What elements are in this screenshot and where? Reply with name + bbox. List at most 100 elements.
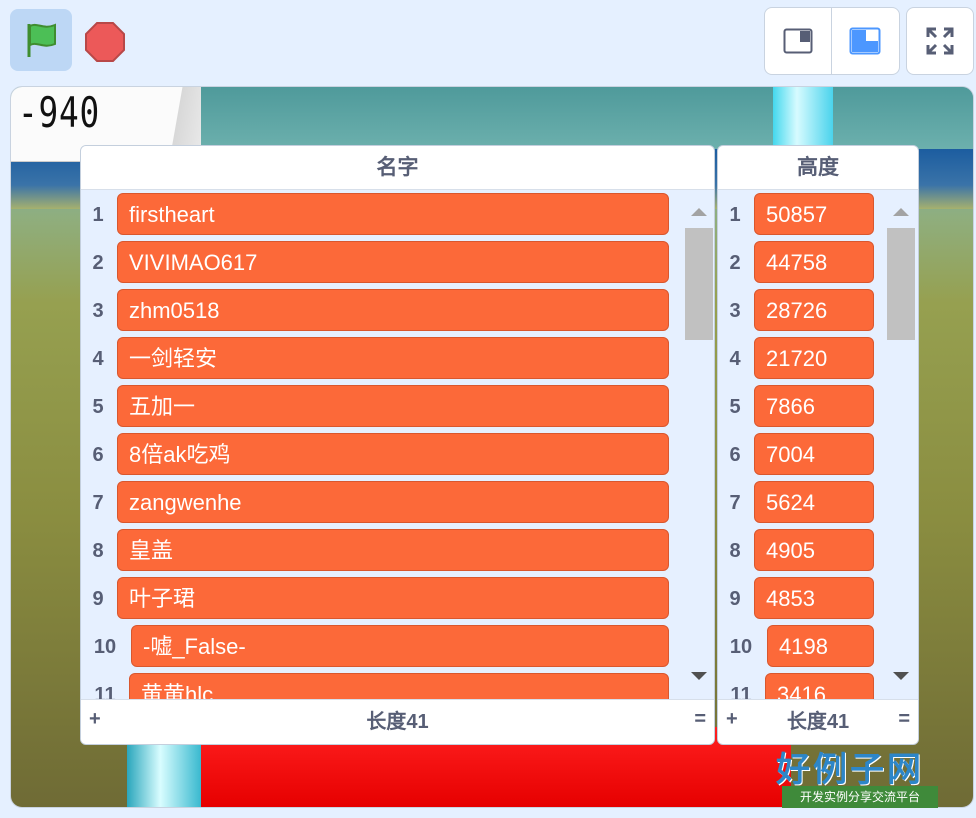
list-footer: + 长度41 = [81,699,714,744]
large-stage-button[interactable] [831,8,898,74]
list-item-value[interactable]: zangwenhe [117,481,669,523]
list-item: 7 5624 [718,481,884,525]
list-item-value[interactable]: 4853 [754,577,874,619]
list-item: 1 firstheart [81,193,681,237]
list-item: 4 21720 [718,337,884,381]
row-index: 9 [92,588,104,610]
list-item-value[interactable]: 28726 [754,289,874,331]
row-index: 6 [92,444,104,466]
list-item: 3 zhm0518 [81,289,681,333]
scroll-thumb[interactable] [685,228,713,340]
row-index: 1 [729,204,741,226]
list-title: 名字 [81,146,714,190]
scroll-down-arrow[interactable] [691,672,707,680]
list-item-value[interactable]: 50857 [754,193,874,235]
row-index: 10 [729,636,753,658]
names-list-monitor[interactable]: 名字 1 firstheart 2 VIVIMAO617 3 zhm0518 4 一剑轻… [80,145,715,745]
row-index: 8 [92,540,104,562]
list-item: 5 五加一 [81,385,681,429]
scroll-up-arrow[interactable] [691,208,707,216]
row-index: 11 [730,684,752,700]
row-index: 1 [92,204,104,226]
list-title: 高度 [718,146,918,190]
row-index: 11 [94,684,116,700]
watermark-subtitle: 开发实例分享交流平台 [782,786,938,808]
stage-sprite-pipe [773,87,833,149]
row-index: 4 [729,348,741,370]
stage-size-toggle [764,7,900,75]
list-item: 1 50857 [718,193,884,237]
heights-list-rows[interactable]: 1 50857 2 44758 3 28726 4 21720 5 7866 6 7004 … [718,190,884,700]
list-item-value[interactable]: 4905 [754,529,874,571]
watermark-title: 好例子网 [776,750,924,790]
list-item-value[interactable]: -嘘_False- [131,625,669,667]
row-index: 10 [93,636,117,658]
list-item-value[interactable]: 黄黄hlc [129,673,669,700]
green-flag-icon [27,23,56,57]
list-item: 5 7866 [718,385,884,429]
heights-list-scrollbar[interactable] [885,194,915,700]
list-item: 11 3416 [718,673,884,700]
list-item-value[interactable]: VIVIMAO617 [117,241,669,283]
stage-header [0,0,976,84]
stop-button[interactable] [82,19,128,65]
list-item: 10 4198 [718,625,884,669]
row-index: 5 [92,396,104,418]
list-item-value[interactable]: 叶子珺 [117,577,669,619]
list-item-value[interactable]: 皇盖 [117,529,669,571]
stop-sign-icon [85,22,125,62]
small-stage-button[interactable] [765,8,831,74]
list-item: 10 -嘘_False- [81,625,681,669]
list-item-value[interactable]: zhm0518 [117,289,669,331]
row-index: 8 [729,540,741,562]
heights-list-monitor[interactable]: 高度 1 50857 2 44758 3 28726 4 21720 5 7866 6 70… [717,145,919,745]
list-item-value[interactable]: 4198 [767,625,874,667]
row-index: 2 [729,252,741,274]
row-index: 7 [729,492,741,514]
list-length: 长度41 [366,711,429,733]
fullscreen-button[interactable] [906,7,974,75]
scroll-up-arrow[interactable] [893,208,909,216]
list-item: 2 44758 [718,241,884,285]
row-index: 3 [92,300,104,322]
list-item: 6 8倍ak吃鸡 [81,433,681,477]
list-item: 2 VIVIMAO617 [81,241,681,285]
list-item: 7 zangwenhe [81,481,681,525]
names-list-rows[interactable]: 1 firstheart 2 VIVIMAO617 3 zhm0518 4 一剑轻安 5… [81,190,681,700]
list-item-value[interactable]: 一剑轻安 [117,337,669,379]
list-item-value[interactable]: firstheart [117,193,669,235]
list-item: 11 黄黄hlc [81,673,681,700]
row-index: 6 [729,444,741,466]
large-stage-icon [849,27,881,55]
list-item: 9 4853 [718,577,884,621]
scroll-down-arrow[interactable] [893,672,909,680]
list-length: 长度41 [786,711,850,733]
list-item: 8 皇盖 [81,529,681,573]
list-item: 4 一剑轻安 [81,337,681,381]
row-index: 3 [729,300,741,322]
list-item: 8 4905 [718,529,884,573]
list-item: 9 叶子珺 [81,577,681,621]
list-item: 6 7004 [718,433,884,477]
list-item-value[interactable]: 7004 [754,433,874,475]
row-index: 4 [92,348,104,370]
scroll-thumb[interactable] [887,228,915,340]
row-index: 2 [92,252,104,274]
list-item-value[interactable]: 5624 [754,481,874,523]
resize-handle[interactable]: = [898,708,910,731]
list-item-value[interactable]: 8倍ak吃鸡 [117,433,669,475]
names-list-scrollbar[interactable] [683,194,713,700]
resize-handle[interactable]: = [694,708,706,731]
score-display: -940 [18,88,101,137]
list-item-value[interactable]: 21720 [754,337,874,379]
list-item-value[interactable]: 3416 [765,673,874,700]
small-stage-icon [783,28,813,54]
list-item-value[interactable]: 44758 [754,241,874,283]
fullscreen-icon [926,27,954,55]
list-item-value[interactable]: 五加一 [117,385,669,427]
green-flag-button[interactable] [10,9,72,71]
row-index: 9 [729,588,741,610]
row-index: 7 [92,492,104,514]
list-item-value[interactable]: 7866 [754,385,874,427]
watermark-logo: 好例子网 开发实例分享交流平台 [776,742,942,810]
